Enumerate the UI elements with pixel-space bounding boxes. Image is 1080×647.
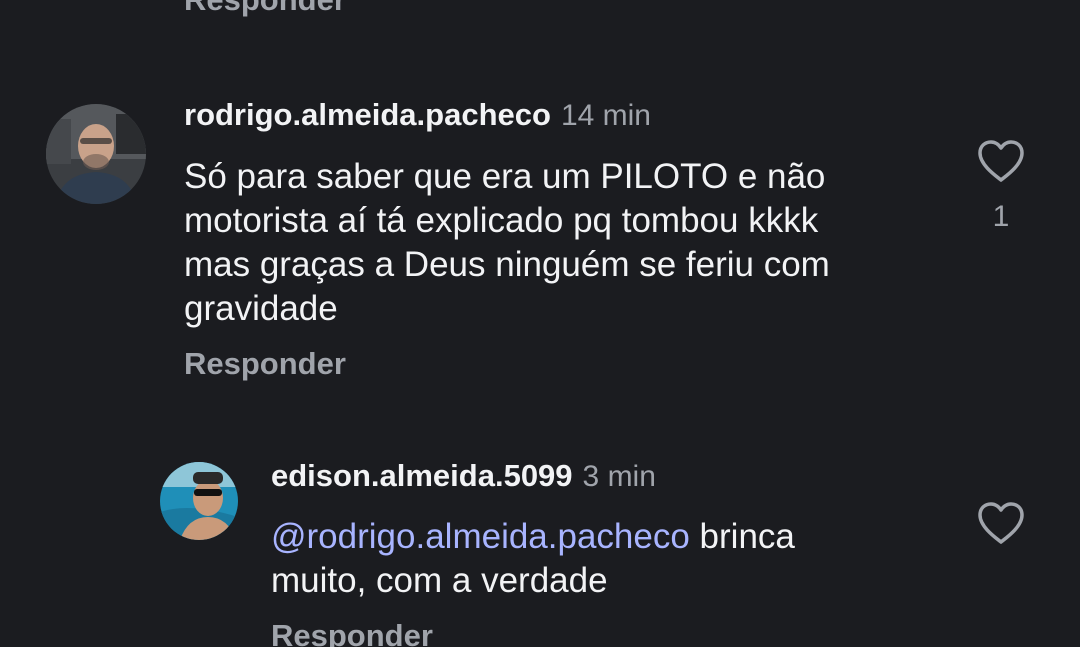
comment-header: edison.almeida.5099 3 min: [271, 458, 656, 494]
reply-button[interactable]: Responder: [271, 618, 433, 647]
timestamp: 14 min: [560, 99, 651, 132]
like-button[interactable]: [976, 138, 1026, 189]
reply-button[interactable]: Responder: [184, 346, 346, 382]
heart-outline-icon: [978, 140, 1024, 182]
profile-photo-icon: [46, 104, 146, 204]
username-link[interactable]: edison.almeida.5099: [271, 458, 573, 493]
comments-panel: Responder rodrigo.almeida.pacheco14 min …: [0, 0, 1080, 647]
heart-outline-icon: [978, 502, 1024, 544]
timestamp: 3 min: [582, 460, 656, 493]
comment-text: @rodrigo.almeida.pacheco brinca muito, c…: [271, 515, 951, 603]
comment-header: rodrigo.almeida.pacheco 14 min: [184, 97, 651, 133]
reply-button[interactable]: Responder: [184, 0, 346, 18]
mention-link[interactable]: @rodrigo.almeida.pacheco: [271, 517, 690, 556]
like-count: 1: [992, 200, 1010, 233]
like-button[interactable]: [976, 500, 1026, 551]
comment-text: Só para saber que era um PILOTO e não mo…: [184, 157, 830, 328]
avatar[interactable]: [46, 104, 146, 204]
avatar[interactable]: [160, 462, 238, 540]
profile-photo-icon: [160, 462, 238, 540]
username-link[interactable]: rodrigo.almeida.pacheco: [184, 97, 551, 132]
